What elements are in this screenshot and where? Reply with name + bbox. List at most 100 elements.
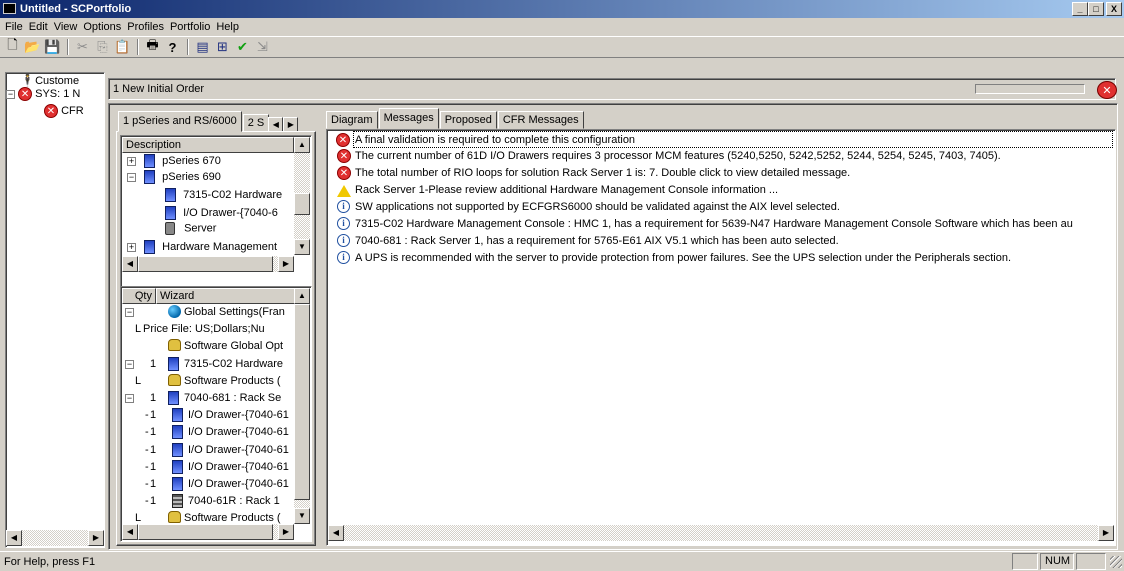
wizard-vscrollbar[interactable]: ▲ ▼ [294,288,310,524]
wizard-row[interactable]: L Software Products ( [121,373,293,388]
expand-icon[interactable]: + [127,242,136,252]
menu-view[interactable]: View [53,18,83,36]
progress-bar [972,81,1090,98]
globe-icon [168,305,181,318]
message-row[interactable]: i A UPS is recommended with the server to… [337,250,1011,267]
list-item[interactable]: + Hardware Management [127,240,277,254]
error-icon: ✕ [337,166,351,180]
tree-item-sys[interactable]: − ✕ SYS: 1 N [6,87,80,101]
scroll-thumb[interactable] [138,256,273,272]
open-icon[interactable]: 📂 [23,38,42,56]
export-icon[interactable]: ⇲ [253,38,272,56]
list-item[interactable]: 7315-C02 Hardware [165,188,282,202]
tab-pseries[interactable]: 1 pSeries and RS/6000 [118,111,242,132]
qty-header[interactable]: Qty [122,288,156,304]
wizard-row[interactable]: − 1 7315-C02 Hardware [121,356,293,371]
minimize-button[interactable]: _ [1072,2,1088,16]
error-icon: ✕ [18,87,33,101]
scroll-right-button[interactable]: ▶ [1098,525,1114,541]
scroll-down-button[interactable]: ▼ [294,508,310,524]
help-icon[interactable]: ? [163,38,182,56]
wizard-row[interactable]: − Global Settings(Fran [121,305,293,319]
message-row[interactable]: ✕ The current number of 61D I/O Drawers r… [337,148,1001,165]
scroll-thumb[interactable] [138,524,273,540]
description-vscrollbar[interactable]: ▲ ▼ [294,137,310,255]
messages-hscrollbar[interactable]: ◀ ▶ [328,525,1114,541]
collapse-icon[interactable]: − [125,359,134,369]
tab-messages[interactable]: Messages [378,108,439,129]
message-row[interactable]: i 7040-681 : Rack Server 1, has a require… [337,233,839,250]
copy-icon[interactable]: ⎘ [93,38,112,56]
tab-cfr-messages[interactable]: CFR Messages [497,111,584,129]
message-row[interactable]: ✕ The total number of RIO loops for solut… [337,165,850,182]
message-row[interactable]: i SW applications not supported by ECFGRS… [337,199,840,216]
description-header[interactable]: Description [122,137,294,153]
maximize-button[interactable]: □ [1088,2,1104,16]
scroll-left-button[interactable]: ◀ [122,256,138,272]
message-row[interactable]: Rack Server 1-Please review additional H… [337,182,778,199]
scroll-left-button[interactable]: ◀ [6,530,22,546]
print-icon[interactable]: 🖶 [143,37,162,56]
tab-diagram[interactable]: Diagram [326,111,378,129]
list-item[interactable]: + pSeries 670 [127,154,221,168]
wizard-row[interactable]: -1 7040-61R : Rack 1 [121,494,293,509]
scroll-up-button[interactable]: ▲ [294,137,310,153]
wizard-row[interactable]: Software Global Opt [121,339,293,353]
menu-edit[interactable]: Edit [28,18,53,36]
collapse-icon[interactable]: − [125,308,134,317]
collapse-icon[interactable]: − [6,89,15,99]
tree-hscrollbar[interactable]: ◀ ▶ [6,530,104,546]
tab-scroll-right-button[interactable]: ▶ [283,117,299,132]
cut-icon[interactable]: ✂ [73,38,92,56]
tree-item-cfr[interactable]: ✕ CFR [44,104,84,118]
scroll-up-button[interactable]: ▲ [294,288,310,304]
message-row[interactable]: i 7315-C02 Hardware Management Console : … [337,216,1073,233]
status-panel-scroll [1076,553,1106,570]
scroll-left-button[interactable]: ◀ [328,525,344,541]
wizard-row[interactable]: L Price File: US;Dollars;Nu [121,323,293,336]
message-row[interactable]: ✕ A final validation is required to compl… [336,131,1113,148]
menu-profiles[interactable]: Profiles [126,18,169,36]
wizard-row[interactable]: -1 I/O Drawer-{7040-61 [121,408,293,423]
paste-icon[interactable]: 📋 [113,38,132,56]
list-item[interactable]: − pSeries 690 [127,170,221,184]
list-item[interactable]: Server [165,222,216,235]
error-status-icon[interactable]: ✕ [1097,81,1117,99]
scroll-right-button[interactable]: ▶ [88,530,104,546]
new-icon[interactable]: 🗋 [3,37,22,56]
collapse-icon[interactable]: − [127,172,136,182]
tab-proposed[interactable]: Proposed [439,111,497,129]
wizard-row[interactable]: -1 I/O Drawer-{7040-61 [121,459,293,474]
wizard-header[interactable]: Wizard [156,288,295,304]
scroll-thumb[interactable] [294,304,310,500]
qty-value: 1 [150,495,157,508]
scroll-right-button[interactable]: ▶ [278,256,294,272]
description-hscrollbar[interactable]: ◀ ▶ [122,256,294,272]
error-icon: ✕ [336,133,350,147]
wizard-row[interactable]: -1 I/O Drawer-{7040-61 [121,477,293,491]
save-icon[interactable]: 💾 [43,38,62,56]
wizard-row[interactable]: -1 I/O Drawer-{7040-61 [121,425,293,440]
tree-item-customer[interactable]: 🕴 Custome [20,74,79,87]
wizard-hscrollbar[interactable]: ◀ ▶ [122,524,294,540]
wizard-row[interactable]: -1 I/O Drawer-{7040-61 [121,442,293,457]
menu-options[interactable]: Options [82,18,126,36]
compare-icon[interactable]: ⊞ [213,38,232,56]
scroll-thumb[interactable] [294,193,310,215]
close-button[interactable]: X [1106,2,1122,16]
list-item[interactable]: I/O Drawer-{7040-6 [165,206,278,220]
menu-portfolio[interactable]: Portfolio [169,18,215,36]
list-icon[interactable]: ▤ [193,38,212,56]
scroll-down-button[interactable]: ▼ [294,239,310,255]
validate-icon[interactable]: ✔ [233,38,252,56]
wizard-row[interactable]: − 1 7040-681 : Rack Se [121,391,293,405]
scroll-left-button[interactable]: ◀ [122,524,138,540]
resize-grip[interactable] [1110,556,1122,568]
collapse-icon[interactable]: − [125,394,134,403]
expand-icon[interactable]: + [127,156,136,166]
tab-scroll-left-button[interactable]: ◀ [268,117,284,132]
menu-help[interactable]: Help [215,18,244,36]
menu-file[interactable]: File [4,18,28,36]
tab-second[interactable]: 2 S [242,114,270,132]
scroll-right-button[interactable]: ▶ [278,524,294,540]
